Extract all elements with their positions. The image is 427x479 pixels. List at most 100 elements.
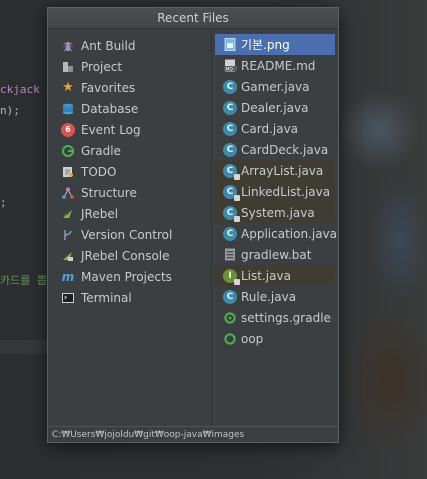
maven-icon: m xyxy=(61,269,75,284)
recent-file-item[interactable]: C Application.java xyxy=(215,223,338,244)
java-class-icon: C xyxy=(223,289,237,304)
tool-window-terminal[interactable]: Terminal xyxy=(56,287,206,308)
jrebel-icon xyxy=(61,207,75,221)
tool-window-favorites[interactable]: ★ Favorites xyxy=(56,77,206,98)
file-name: Rule.java xyxy=(241,289,297,304)
file-name: gradlew.bat xyxy=(241,247,312,262)
file-name: settings.gradle xyxy=(241,310,331,325)
recent-file-item[interactable]: C Card.java xyxy=(215,118,335,139)
tool-window-list: Ant Build Project ★ Favorites Database 6… xyxy=(56,35,206,308)
column-divider xyxy=(211,30,212,430)
code-line: 카드를 뽑 xyxy=(0,274,48,287)
java-class-icon: C xyxy=(223,226,237,241)
code-line: ckjack = xyxy=(0,83,53,96)
tool-window-label: JRebel Console xyxy=(81,248,170,263)
recent-file-item[interactable]: C CardDeck.java xyxy=(215,139,335,160)
tool-window-label: Structure xyxy=(81,185,137,200)
java-interface-icon: I xyxy=(223,268,240,285)
background-wallpaper xyxy=(340,0,427,479)
tool-window-gradle[interactable]: Gradle xyxy=(56,140,206,161)
lock-icon xyxy=(234,215,240,222)
file-path-status: C:₩Users₩jojoldu₩git₩oop-java₩images xyxy=(48,426,338,442)
terminal-icon xyxy=(61,291,75,305)
tool-window-version-control[interactable]: Version Control xyxy=(56,224,206,245)
file-name: Application.java xyxy=(241,226,338,241)
file-name: CardDeck.java xyxy=(241,142,329,157)
lock-icon xyxy=(234,278,240,285)
recent-file-item[interactable]: C Gamer.java xyxy=(215,76,335,97)
code-line: n); xyxy=(0,104,20,117)
code-line: ; xyxy=(0,196,7,209)
recent-file-item[interactable]: gradlew.bat xyxy=(215,244,335,265)
tool-window-jrebel[interactable]: JRebel xyxy=(56,203,206,224)
file-name: oop xyxy=(241,331,264,346)
module-icon xyxy=(223,332,237,346)
recent-file-item[interactable]: I List.java xyxy=(215,265,335,286)
database-icon xyxy=(61,102,75,116)
gradle-icon xyxy=(61,144,75,158)
current-line-highlight xyxy=(0,340,48,354)
java-locked-class-icon: C xyxy=(223,163,240,180)
recent-file-item[interactable]: C LinkedList.java xyxy=(215,181,335,202)
structure-icon xyxy=(61,186,75,200)
java-class-icon: C xyxy=(223,79,237,94)
lock-icon xyxy=(234,173,240,180)
tool-window-label: Favorites xyxy=(81,80,136,95)
recent-file-item[interactable]: 기본.png xyxy=(215,34,335,55)
file-name: Gamer.java xyxy=(241,79,310,94)
file-name: README.md xyxy=(241,58,316,73)
tool-window-database[interactable]: Database xyxy=(56,98,206,119)
markdown-file-icon: MD xyxy=(223,59,237,73)
recent-file-item[interactable]: MD README.md xyxy=(215,55,335,76)
tool-window-event-log[interactable]: 6 Event Log xyxy=(56,119,206,140)
tool-window-label: Gradle xyxy=(81,143,121,158)
tool-window-label: Project xyxy=(81,59,123,74)
recent-file-item[interactable]: settings.gradle xyxy=(215,307,335,328)
recent-file-item[interactable]: C ArrayList.java xyxy=(215,160,335,181)
recent-file-item[interactable]: C Dealer.java xyxy=(215,97,335,118)
image-file-icon xyxy=(223,38,237,52)
gradle-file-icon xyxy=(223,311,237,325)
java-class-icon: C xyxy=(223,142,237,157)
java-class-icon: C xyxy=(223,100,237,115)
tool-window-label: Event Log xyxy=(81,122,141,137)
tool-window-label: Version Control xyxy=(81,227,173,242)
favorites-star-icon: ★ xyxy=(62,80,74,95)
batch-file-icon xyxy=(223,248,237,262)
recent-files-list: 기본.png MD README.md C Gamer.java C Deale… xyxy=(215,34,338,349)
file-name: Dealer.java xyxy=(241,100,309,115)
file-name: 기본.png xyxy=(241,38,290,52)
tool-window-ant-build[interactable]: Ant Build xyxy=(56,35,206,56)
jrebel-console-icon xyxy=(61,249,75,263)
java-locked-class-icon: C xyxy=(223,184,240,201)
ant-build-icon xyxy=(61,39,75,53)
tool-window-label: Maven Projects xyxy=(81,269,172,284)
todo-icon xyxy=(61,165,75,179)
recent-file-item[interactable]: C Rule.java xyxy=(215,286,335,307)
version-control-icon xyxy=(61,228,75,242)
project-icon xyxy=(61,60,75,74)
tool-window-maven-projects[interactable]: m Maven Projects xyxy=(56,266,206,287)
tool-window-jrebel-console[interactable]: JRebel Console xyxy=(56,245,206,266)
popup-title: Recent Files xyxy=(48,8,338,29)
java-class-icon: C xyxy=(223,121,237,136)
tool-window-label: Ant Build xyxy=(81,38,136,53)
file-name: LinkedList.java xyxy=(241,184,331,199)
tool-window-label: JRebel xyxy=(81,206,119,221)
java-locked-class-icon: C xyxy=(223,205,240,222)
svg-text:MD: MD xyxy=(225,66,233,72)
recent-file-item[interactable]: oop xyxy=(215,328,335,349)
recent-file-item[interactable]: C System.java xyxy=(215,202,335,223)
lock-icon xyxy=(234,194,240,201)
tool-window-label: Database xyxy=(81,101,139,116)
file-name: System.java xyxy=(241,205,315,220)
tool-window-label: Terminal xyxy=(81,290,132,305)
tool-window-todo[interactable]: TODO xyxy=(56,161,206,182)
tool-window-project[interactable]: Project xyxy=(56,56,206,77)
file-name: List.java xyxy=(241,268,291,283)
tool-window-label: TODO xyxy=(81,164,117,179)
tool-window-structure[interactable]: Structure xyxy=(56,182,206,203)
file-name: ArrayList.java xyxy=(241,163,324,178)
recent-files-popup: Recent Files Ant Build Project ★ Favorit… xyxy=(47,7,339,443)
file-name: Card.java xyxy=(241,121,299,136)
